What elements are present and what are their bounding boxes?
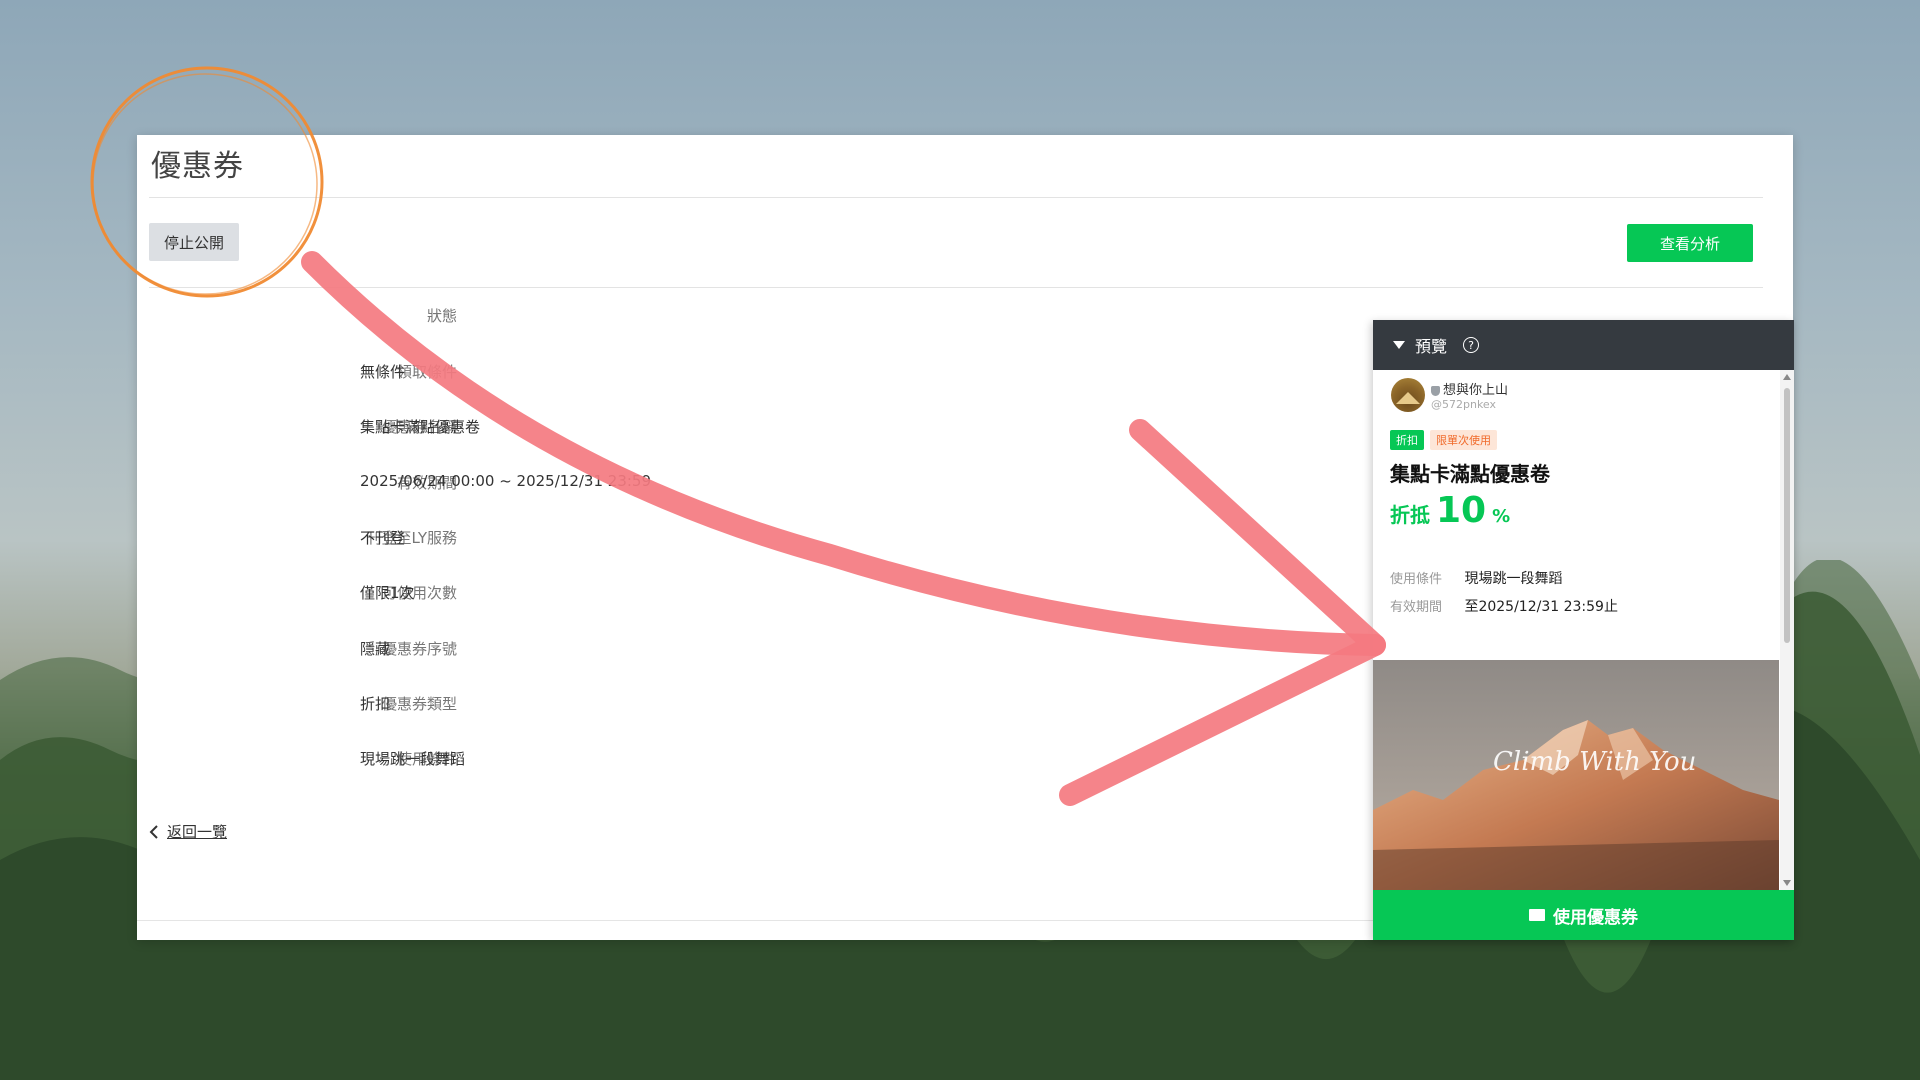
page-title: 優惠券 [151, 149, 244, 184]
use-coupon-label: 使用優惠券 [1553, 907, 1638, 928]
discount-prefix: 折抵 [1390, 503, 1430, 527]
ticket-icon [1529, 909, 1545, 921]
detail-row-serial: 優惠券序號 隱藏 [137, 638, 937, 662]
discount-value: 10 [1436, 490, 1487, 531]
discount-unit: % [1492, 506, 1511, 527]
coupon-type-badge: 折扣 [1390, 430, 1424, 450]
detail-row-status: 狀態 [137, 305, 937, 329]
usage-condition-value: 現場跳一段舞蹈 [1464, 571, 1563, 587]
detail-value: 不刊登 [360, 529, 406, 547]
account-info: 想與你上山 @572pnkex [1391, 378, 1508, 412]
detail-value: 現場跳一段舞蹈 [360, 750, 466, 768]
back-link-label: 返回一覽 [167, 823, 228, 841]
back-to-list-link[interactable]: 返回一覽 [149, 821, 227, 842]
preview-scrollbar[interactable] [1780, 370, 1794, 890]
detail-value: 僅限1次 [360, 584, 415, 602]
preview-title: 預覽 [1415, 337, 1448, 356]
detail-row-valid-period: 有效期間 2025/06/24 00:00 ~ 2025/12/31 23:59 [137, 472, 937, 496]
valid-period-value: 至2025/12/31 23:59止 [1464, 599, 1618, 615]
detail-label: 刊登至LY服務 [366, 529, 457, 547]
account-id: @572pnkex [1431, 398, 1497, 411]
detail-label: 優惠券類型 [381, 695, 457, 713]
help-icon[interactable]: ? [1463, 337, 1480, 353]
detail-label: 狀態 [426, 307, 457, 325]
title-divider [149, 197, 1763, 198]
valid-period: 有效期間 至2025/12/31 23:59止 [1390, 596, 1618, 616]
preview-header[interactable]: 預覽 ? [1373, 320, 1794, 370]
detail-label: 領取條件 [396, 363, 457, 381]
detail-value: 2025/06/24 00:00 ~ 2025/12/31 23:59 [360, 472, 652, 490]
coupon-preview-panel: 預覽 ? 想與你上山 @572pnkex 折扣 限單次使用 集點卡滿點優惠卷 折… [1373, 320, 1794, 940]
detail-row-usage-condition: 使用條件 現場跳一段舞蹈 [137, 748, 937, 772]
preview-content: 想與你上山 @572pnkex 折扣 限單次使用 集點卡滿點優惠卷 折抵 10 … [1373, 370, 1794, 890]
detail-value: 隱藏 [360, 640, 391, 658]
coupon-title: 集點卡滿點優惠卷 [1390, 462, 1550, 486]
detail-row-usage-count: 可使用次數 僅限1次 [137, 582, 937, 606]
detail-row-claim-condition: 領取條件 無條件 [137, 361, 937, 385]
valid-period-label: 有效期間 [1390, 600, 1443, 615]
shield-icon [1431, 385, 1440, 396]
account-name: 想與你上山 [1431, 379, 1508, 398]
detail-label: 可使用次數 [381, 584, 457, 602]
scroll-down-arrow-icon[interactable] [1783, 880, 1791, 886]
detail-row-ly-service: 刊登至LY服務 不刊登 [137, 527, 937, 551]
usage-condition-label: 使用條件 [1390, 572, 1443, 587]
single-use-badge: 限單次使用 [1430, 430, 1497, 450]
coupon-tags: 折扣 限單次使用 [1390, 430, 1497, 450]
detail-value: 無條件 [360, 363, 406, 381]
coupon-image: Climb With You [1373, 660, 1779, 890]
caret-down-icon [1393, 341, 1405, 349]
detail-row-coupon-type: 優惠券類型 折扣 [137, 693, 937, 717]
view-analysis-button[interactable]: 查看分析 [1627, 224, 1753, 262]
avatar [1391, 378, 1425, 412]
detail-label: 優惠券序號 [381, 640, 457, 658]
toolbar-divider [149, 287, 1763, 288]
discount-amount: 折抵 10 % [1390, 490, 1510, 531]
image-script-text: Climb With You [1493, 747, 1696, 777]
detail-row-coupon-name: 優惠券名稱 集點卡滿點優惠卷 [137, 416, 937, 440]
detail-value: 集點卡滿點優惠卷 [360, 418, 481, 436]
scroll-up-arrow-icon[interactable] [1783, 374, 1791, 380]
scroll-thumb[interactable] [1784, 388, 1790, 643]
account-name-text: 想與你上山 [1443, 383, 1509, 398]
detail-value: 折扣 [360, 695, 391, 713]
stop-publish-button[interactable]: 停止公開 [149, 223, 239, 261]
chevron-left-icon [149, 824, 158, 839]
use-coupon-button[interactable]: 使用優惠券 [1373, 890, 1794, 940]
usage-condition: 使用條件 現場跳一段舞蹈 [1390, 568, 1562, 588]
